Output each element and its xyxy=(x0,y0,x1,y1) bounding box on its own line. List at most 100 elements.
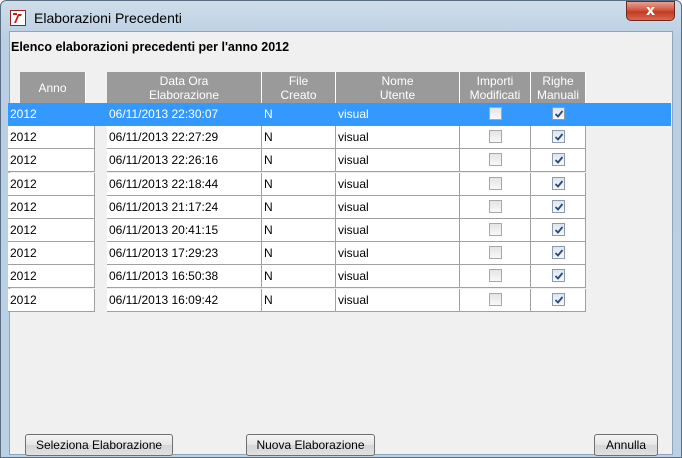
checkbox-unchecked[interactable] xyxy=(489,223,502,236)
cell-importi-modificati xyxy=(460,219,531,242)
column-header-label: Importi xyxy=(476,73,514,88)
app-logo-icon[interactable] xyxy=(10,10,26,26)
annulla-button[interactable]: Annulla xyxy=(594,434,658,456)
cell-nome-utente[interactable]: visual xyxy=(336,242,460,266)
cell-anno[interactable]: 2012 xyxy=(8,219,95,242)
table-row[interactable]: 2012 06/11/2013 16:09:42 Nvisual xyxy=(8,288,671,312)
cell-data-ora[interactable]: 06/11/2013 20:41:15 xyxy=(107,219,262,242)
column-header-data-ora[interactable]: Data Ora Elaborazione xyxy=(107,72,262,103)
cell-importi-modificati xyxy=(460,242,531,266)
cell-file-creato[interactable]: N xyxy=(262,219,336,242)
checkbox-checked[interactable] xyxy=(552,223,565,236)
cell-file-creato[interactable]: N xyxy=(262,265,336,289)
cell-importi-modificati xyxy=(460,149,531,173)
column-header-file-creato[interactable]: File Creato xyxy=(262,72,336,103)
table-row[interactable]: 2012 06/11/2013 20:41:15 Nvisual xyxy=(8,219,671,242)
cell-file-creato[interactable]: N xyxy=(262,242,336,266)
checkbox-checked[interactable] xyxy=(552,246,565,260)
checkbox-unchecked[interactable] xyxy=(489,176,502,190)
column-header-label: Utente xyxy=(379,87,416,102)
checkbox-unchecked[interactable] xyxy=(489,269,502,283)
cell-anno[interactable]: 2012 xyxy=(8,288,95,312)
checkmark-icon xyxy=(554,110,564,118)
column-header-label: Anno xyxy=(38,80,67,95)
cell-anno[interactable]: 2012 xyxy=(8,172,95,196)
cell-anno[interactable]: 2012 xyxy=(8,195,95,219)
title-bar[interactable]: Elaborazioni Precedenti x xyxy=(1,1,681,31)
cell-nome-utente[interactable]: visual xyxy=(336,126,460,150)
table-row[interactable]: 2012 06/11/2013 22:27:29 Nvisual xyxy=(8,126,671,150)
cell-data-ora[interactable]: 06/11/2013 22:26:16 xyxy=(107,149,262,173)
cell-file-creato[interactable]: N xyxy=(262,172,336,196)
cell-importi-modificati xyxy=(460,126,531,150)
cell-nome-utente[interactable]: visual xyxy=(336,149,460,173)
checkmark-icon xyxy=(554,133,564,142)
cell-nome-utente[interactable]: visual xyxy=(336,219,460,242)
cell-nome-utente[interactable]: visual xyxy=(336,265,460,289)
column-header-nome-utente[interactable]: Nome Utente xyxy=(336,72,460,103)
cell-data-ora[interactable]: 06/11/2013 22:18:44 xyxy=(107,172,262,196)
table-row[interactable]: 2012 06/11/2013 16:50:38 Nvisual xyxy=(8,265,671,289)
cell-data-ora[interactable]: 06/11/2013 22:30:07 xyxy=(107,103,262,126)
cell-data-ora[interactable]: 06/11/2013 17:29:23 xyxy=(107,242,262,266)
checkbox-unchecked[interactable] xyxy=(489,199,502,213)
seleziona-elaborazione-button[interactable]: Seleziona Elaborazione xyxy=(25,434,173,456)
window-title: Elaborazioni Precedenti xyxy=(34,10,182,26)
cell-file-creato[interactable]: N xyxy=(262,126,336,150)
cell-data-ora[interactable]: 06/11/2013 21:17:24 xyxy=(107,195,262,219)
cell-data-ora[interactable]: 06/11/2013 16:09:42 xyxy=(107,288,262,312)
checkbox-checked[interactable] xyxy=(552,269,565,283)
checkbox-checked[interactable] xyxy=(552,153,565,167)
cell-nome-utente[interactable]: visual xyxy=(336,172,460,196)
cell-importi-modificati xyxy=(460,288,531,312)
cell-file-creato[interactable]: N xyxy=(262,149,336,173)
checkbox-checked[interactable] xyxy=(552,176,565,190)
column-header-label: Data Ora xyxy=(159,73,209,88)
column-header-anno[interactable]: Anno xyxy=(20,72,86,103)
table-row[interactable]: 2012 06/11/2013 21:17:24 Nvisual xyxy=(8,195,671,219)
cell-righe-manuali xyxy=(531,195,586,219)
checkbox-unchecked[interactable] xyxy=(489,130,502,144)
column-header-label: Modificati xyxy=(469,87,521,102)
cell-file-creato[interactable]: N xyxy=(262,195,336,219)
close-button[interactable]: x xyxy=(626,1,675,21)
cell-righe-manuali xyxy=(531,265,586,289)
checkbox-unchecked[interactable] xyxy=(489,153,502,167)
cell-anno[interactable]: 2012 xyxy=(8,242,95,266)
table-row[interactable]: 2012 06/11/2013 17:29:23 Nvisual xyxy=(8,242,671,266)
checkbox-checked[interactable] xyxy=(552,107,565,120)
cell-nome-utente[interactable]: visual xyxy=(336,195,460,219)
column-header-label: Righe xyxy=(542,73,574,88)
cell-anno[interactable]: 2012 xyxy=(8,149,95,173)
dialog-window: Elaborazioni Precedenti x Elenco elabora… xyxy=(0,0,682,458)
cell-righe-manuali xyxy=(531,288,586,312)
cell-nome-utente[interactable]: visual xyxy=(336,103,460,126)
cell-anno[interactable]: 2012 xyxy=(8,265,95,289)
table-row[interactable]: 2012 06/11/2013 22:26:16 Nvisual xyxy=(8,149,671,173)
table-row[interactable]: 2012 06/11/2013 22:18:44 Nvisual xyxy=(8,172,671,196)
checkmark-icon xyxy=(554,180,564,188)
nuova-elaborazione-button[interactable]: Nuova Elaborazione xyxy=(246,434,375,456)
cell-file-creato[interactable]: N xyxy=(262,103,336,126)
cell-data-ora[interactable]: 06/11/2013 22:27:29 xyxy=(107,126,262,150)
cell-data-ora[interactable]: 06/11/2013 16:50:38 xyxy=(107,265,262,289)
cell-righe-manuali xyxy=(531,103,586,126)
column-header-label: Nome xyxy=(381,73,414,88)
column-header-importi-modificati[interactable]: Importi Modificati xyxy=(460,72,531,103)
cell-nome-utente[interactable]: visual xyxy=(336,288,460,312)
checkbox-unchecked[interactable] xyxy=(489,107,502,120)
column-header-label: Elaborazione xyxy=(148,87,220,102)
cell-file-creato[interactable]: N xyxy=(262,288,336,312)
checkbox-checked[interactable] xyxy=(552,292,565,306)
checkmark-icon xyxy=(554,203,564,211)
cell-righe-manuali xyxy=(531,219,586,242)
column-header-righe-manuali[interactable]: Righe Manuali xyxy=(531,72,586,103)
cell-anno[interactable]: 2012 xyxy=(8,103,95,126)
checkbox-checked[interactable] xyxy=(552,199,565,213)
checkbox-unchecked[interactable] xyxy=(489,292,502,306)
checkbox-unchecked[interactable] xyxy=(489,246,502,260)
table-row[interactable]: 2012 06/11/2013 22:30:07 Nvisual xyxy=(8,103,671,126)
cell-anno[interactable]: 2012 xyxy=(8,126,95,150)
checkbox-checked[interactable] xyxy=(552,130,565,144)
cell-righe-manuali xyxy=(531,126,586,150)
